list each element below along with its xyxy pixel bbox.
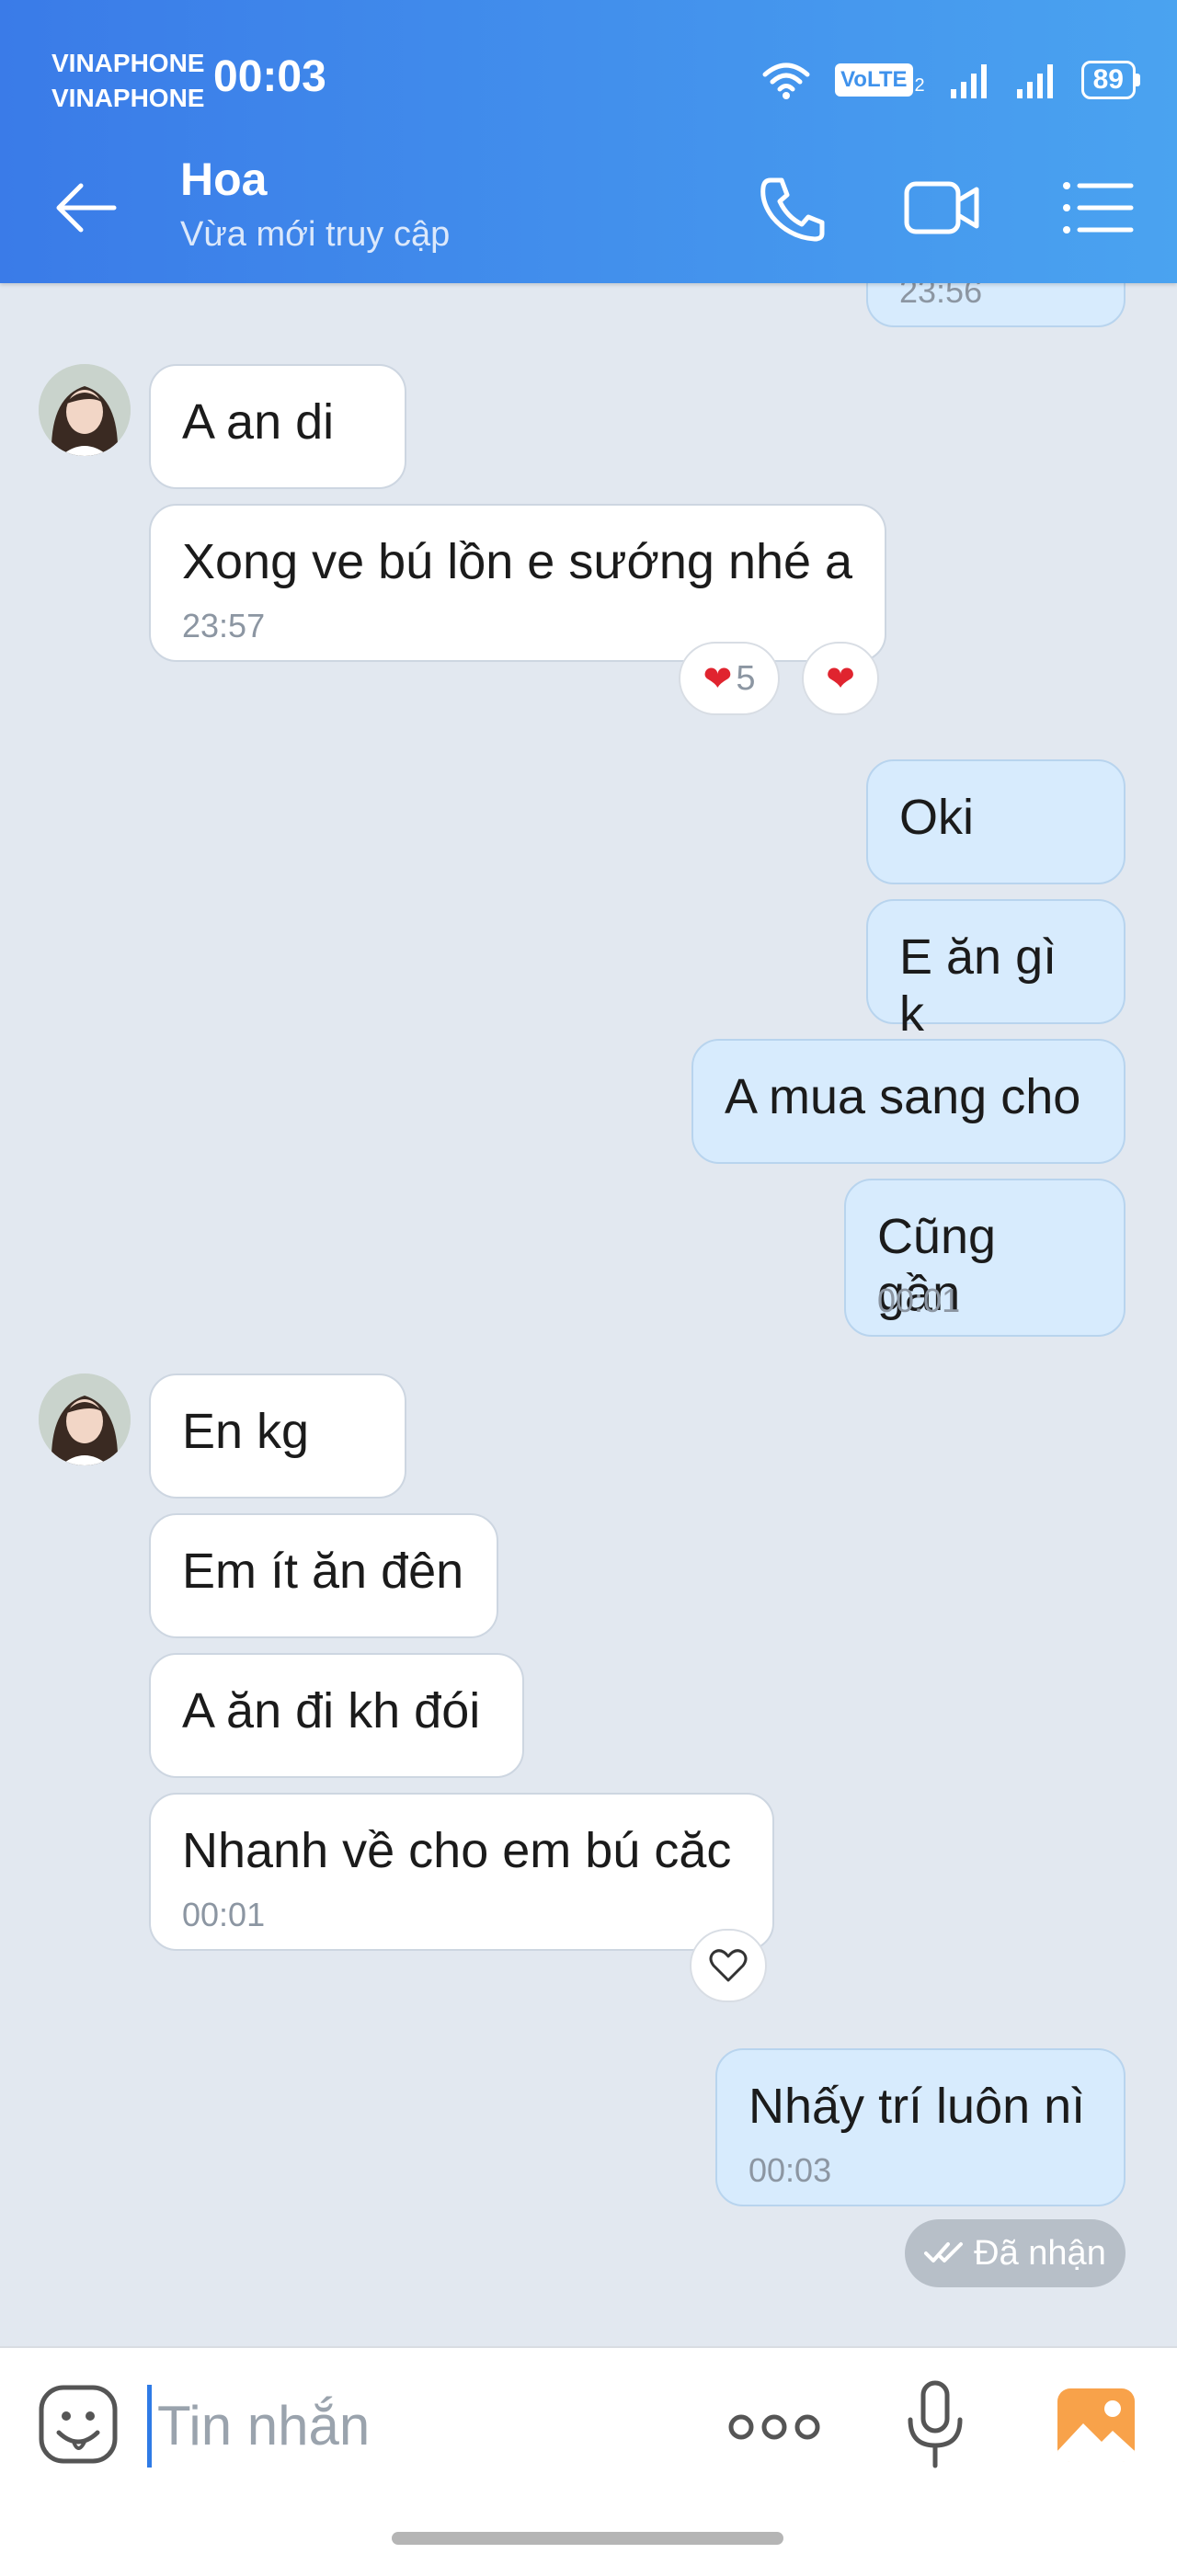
message-text: Nhấy trí luôn nì <box>748 2079 1086 2134</box>
message-bubble-in[interactable]: En kg <box>149 1373 406 1499</box>
message-bubble-out[interactable]: E ăn gì k <box>866 899 1126 1042</box>
message-text: Nhanh về cho em bú căc <box>182 1823 732 1878</box>
message-text: A mua sang cho <box>725 1069 1081 1124</box>
battery-level: 89 <box>1092 64 1124 95</box>
message-input[interactable]: Tin nhắn <box>147 2385 699 2468</box>
carrier-2: VINAPHONE <box>51 84 205 112</box>
signal-icon-2 <box>1016 64 1053 98</box>
emoji-sticker-icon[interactable] <box>37 2383 120 2466</box>
home-indicator[interactable] <box>392 2532 783 2545</box>
microphone-icon[interactable] <box>905 2379 966 2471</box>
message-text: A an di <box>182 394 335 450</box>
message-time: 00:01 <box>182 1896 266 1933</box>
status-clock: 00:03 <box>213 52 326 101</box>
message-text: Oki <box>899 790 974 845</box>
message-bubble-in[interactable]: A an di <box>149 364 406 489</box>
back-arrow-icon[interactable] <box>53 175 120 241</box>
message-bubble-out[interactable]: A mua sang cho <box>691 1039 1126 1164</box>
message-text: Xong ve bú lồn e sướng nhé a <box>182 534 853 589</box>
message-list[interactable]: 23:56 A an di Xong ve bú lồn e sướng nhé… <box>0 0 1177 2346</box>
message-bubble-in[interactable]: A ăn đi kh đói <box>149 1653 524 1778</box>
reaction-summary[interactable]: ❤ 5 <box>679 642 780 715</box>
image-gallery-icon[interactable] <box>1056 2387 1137 2464</box>
reaction-count: 5 <box>736 658 756 698</box>
carrier-1: VINAPHONE <box>51 49 205 77</box>
contact-avatar[interactable] <box>39 1373 131 1465</box>
video-call-icon[interactable] <box>903 173 980 243</box>
heart-icon: ❤ <box>826 659 855 699</box>
delivery-status-text: Đã nhận <box>974 2233 1106 2273</box>
phone-call-icon[interactable] <box>754 173 831 243</box>
react-button[interactable]: ❤ <box>802 642 879 715</box>
message-text: Em ít ăn đên <box>182 1544 464 1599</box>
double-check-icon <box>924 2242 964 2263</box>
carrier-info: VINAPHONE VINAPHONE <box>51 46 204 116</box>
message-time: 00:01 <box>877 1282 961 1319</box>
message-bubble-out[interactable]: Cũng gần 00:01 <box>844 1179 1126 1337</box>
delivery-status-badge: Đã nhận <box>905 2219 1126 2287</box>
contact-avatar[interactable] <box>39 364 131 456</box>
heart-icon: ❤ <box>703 659 733 699</box>
contact-name[interactable]: Hoa <box>180 153 267 206</box>
message-text: A ăn đi kh đói <box>182 1683 481 1738</box>
wifi-icon <box>762 63 810 99</box>
message-time: 00:03 <box>748 2151 832 2189</box>
message-time: 23:57 <box>182 607 266 644</box>
message-text: E ăn gì k <box>899 929 1057 1042</box>
message-bubble-in[interactable]: Em ít ăn đên <box>149 1513 498 1638</box>
more-options-icon[interactable] <box>726 2401 822 2453</box>
status-icons: VoLTE 2 89 <box>761 57 1140 103</box>
battery-icon: 89 <box>1080 61 1140 99</box>
chat-header: VINAPHONE VINAPHONE 00:03 VoLTE 2 89 Hoa… <box>0 0 1177 283</box>
volte-icon: VoLTE 2 <box>835 63 925 97</box>
message-bubble-out[interactable]: Nhấy trí luôn nì 00:03 <box>715 2048 1126 2206</box>
message-text: En kg <box>182 1404 310 1459</box>
react-button[interactable] <box>690 1929 767 2002</box>
message-bubble-in[interactable]: Xong ve bú lồn e sướng nhé a 23:57 <box>149 504 886 662</box>
menu-list-icon[interactable] <box>1059 173 1137 243</box>
message-bubble-in[interactable]: Nhanh về cho em bú căc 00:01 <box>149 1793 774 1951</box>
contact-status: Vừa mới truy cập <box>180 215 451 254</box>
signal-icon-1 <box>950 64 987 98</box>
message-bubble-out[interactable]: Oki <box>866 759 1126 884</box>
heart-outline-icon <box>709 1949 748 1982</box>
